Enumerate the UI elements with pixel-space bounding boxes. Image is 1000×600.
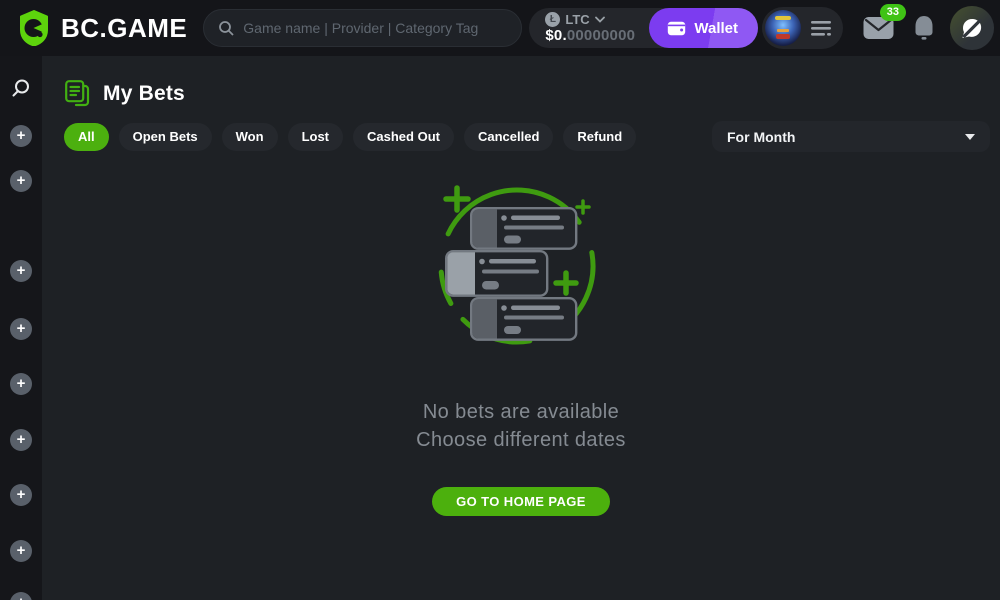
profile-menu[interactable] [762, 7, 843, 49]
period-dropdown-label: For Month [727, 129, 795, 145]
filter-tab-cancelled[interactable]: Cancelled [464, 123, 553, 151]
bcgame-logo[interactable]: BC.GAME [16, 10, 187, 46]
no-bets-illustration [405, 180, 637, 354]
go-home-button[interactable]: GO TO HOME PAGE [432, 487, 610, 516]
balance-amount: $0.00000000 [545, 27, 635, 45]
mail-badge: 33 [880, 4, 906, 21]
balance-fraction: 00000000 [567, 27, 635, 44]
sidebar-plus-button[interactable] [10, 592, 32, 600]
ltc-coin-icon: Ł [545, 12, 560, 27]
sidebar-plus-button[interactable] [10, 260, 32, 282]
sidebar-plus-button[interactable] [10, 540, 32, 562]
currency-code: LTC [565, 12, 589, 27]
empty-state: No bets are available Choose different d… [42, 180, 1000, 516]
messages-button[interactable]: 33 [863, 16, 894, 40]
main-content: My Bets All Open Bets Won Lost Cashed Ou… [42, 56, 1000, 600]
sidebar-plus-button[interactable] [10, 429, 32, 451]
my-bets-icon [64, 79, 91, 108]
bell-icon [912, 15, 936, 41]
filter-tab-cashed-out[interactable]: Cashed Out [353, 123, 454, 151]
balance-pill: Ł LTC $0.00000000 [529, 8, 758, 48]
bcgame-logo-text: BC.GAME [61, 13, 187, 44]
chevron-down-icon [965, 134, 975, 140]
filter-tab-refund[interactable]: Refund [563, 123, 636, 151]
chevron-down-icon [595, 16, 605, 23]
empty-message-line2: Choose different dates [416, 426, 626, 454]
left-sidebar [0, 56, 42, 600]
empty-message-line1: No bets are available [423, 398, 619, 426]
filter-row: All Open Bets Won Lost Cashed Out Cancel… [64, 121, 990, 152]
support-chat-button[interactable] [950, 6, 994, 50]
filter-tab-all[interactable]: All [64, 123, 109, 151]
balance-main: $0. [545, 27, 566, 44]
wallet-button-label: Wallet [694, 20, 738, 37]
wallet-icon [667, 20, 686, 36]
support-chat-icon [959, 15, 985, 41]
sidebar-plus-button[interactable] [10, 318, 32, 340]
game-search[interactable] [203, 9, 522, 47]
currency-selector[interactable]: Ł LTC $0.00000000 [529, 12, 649, 45]
page-header: My Bets [64, 79, 185, 108]
sidebar-plus-button[interactable] [10, 125, 32, 147]
wallet-button[interactable]: Wallet [649, 8, 758, 48]
filter-tab-won[interactable]: Won [222, 123, 278, 151]
top-bar: BC.GAME Ł LTC $0 [0, 0, 1000, 56]
hamburger-menu-icon[interactable] [811, 21, 831, 36]
bcgame-logo-icon [16, 10, 52, 46]
period-dropdown[interactable]: For Month [712, 121, 990, 152]
page-title: My Bets [103, 82, 185, 106]
search-input[interactable] [243, 20, 507, 36]
sidebar-plus-button[interactable] [10, 373, 32, 395]
sidebar-search-icon[interactable] [11, 78, 31, 103]
sidebar-plus-button[interactable] [10, 170, 32, 192]
filter-tab-lost[interactable]: Lost [288, 123, 343, 151]
avatar[interactable] [765, 10, 801, 46]
filter-tab-open-bets[interactable]: Open Bets [119, 123, 212, 151]
search-icon [218, 20, 234, 36]
header-right: Ł LTC $0.00000000 [529, 6, 994, 50]
notifications-button[interactable] [912, 15, 936, 41]
sidebar-plus-button[interactable] [10, 484, 32, 506]
